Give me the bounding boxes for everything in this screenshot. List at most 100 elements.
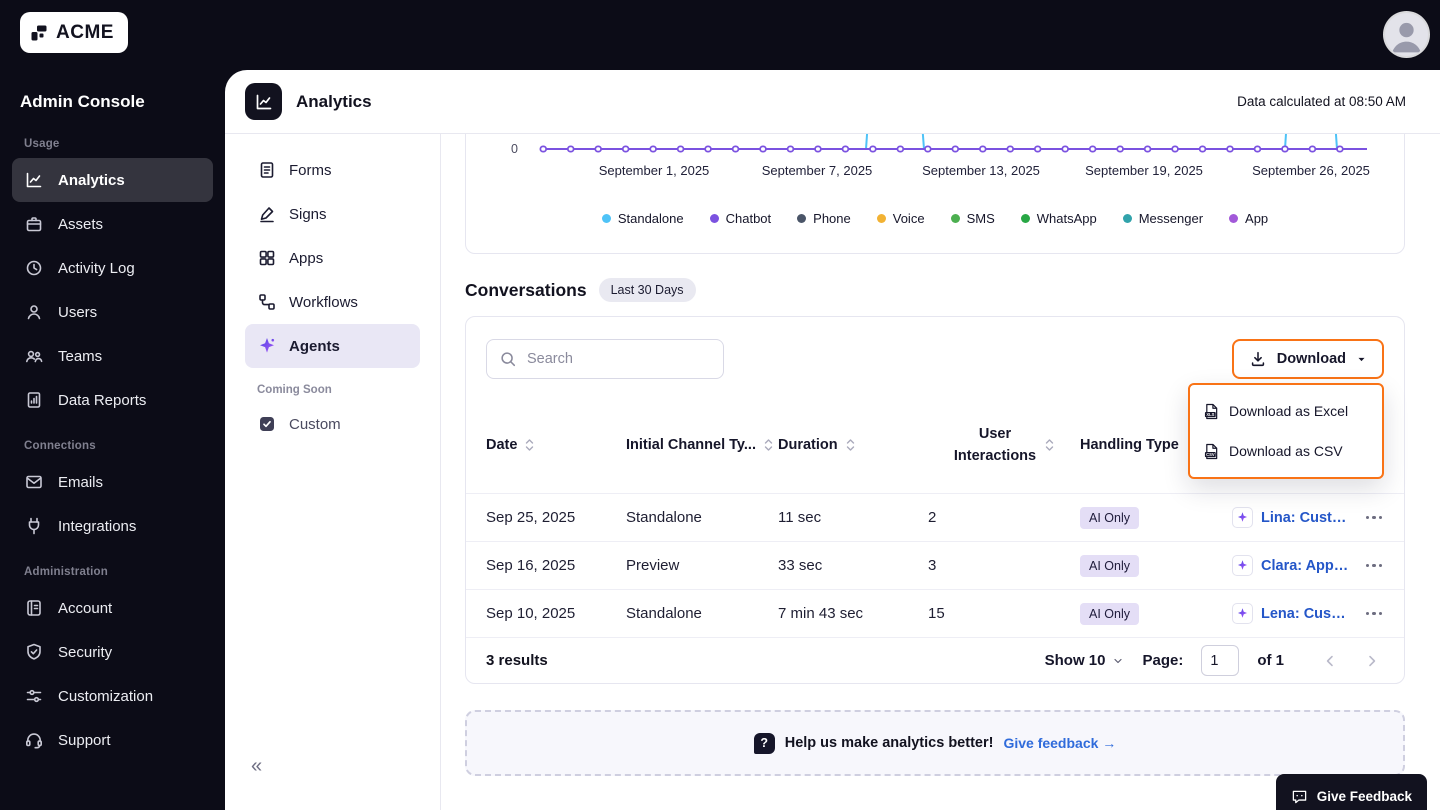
sidebar-item-security[interactable]: Security (12, 630, 213, 674)
give-feedback-link[interactable]: Give feedback → (1003, 735, 1116, 751)
x-tick-label: September 7, 2025 (762, 163, 873, 178)
logo-text: ACME (56, 22, 114, 44)
agents-sparkle-icon (257, 336, 277, 356)
cell-duration: 11 sec (778, 509, 928, 526)
sidebar-item-activity-log[interactable]: Activity Log (12, 246, 213, 290)
user-avatar[interactable] (1385, 13, 1428, 56)
menu-item-download-csv[interactable]: CSV Download as CSV (1190, 431, 1382, 471)
row-actions-ellipsis-icon[interactable] (1350, 510, 1384, 526)
download-button[interactable]: Download (1232, 339, 1384, 379)
subnav-item-agents[interactable]: Agents (245, 324, 420, 368)
customization-icon (24, 686, 44, 706)
sort-icon[interactable] (1044, 438, 1055, 452)
sidebar-item-label: Account (58, 600, 112, 617)
chevron-right-icon[interactable] (1360, 649, 1384, 673)
agent-link[interactable]: Lena: Custo... (1261, 606, 1350, 622)
legend-label: WhatsApp (1037, 211, 1097, 226)
table-footer: 3 results Show 10 Page: of 1 (466, 637, 1404, 683)
apps-icon (257, 248, 277, 268)
x-tick-label: September 26, 2025 (1252, 163, 1370, 178)
sidebar-item-users[interactable]: Users (12, 290, 213, 334)
column-header-interactions[interactable]: User Interactions (928, 423, 1080, 468)
acme-logo-icon (30, 24, 48, 42)
collapse-sidebar-icon[interactable]: « (251, 756, 262, 776)
legend-item-standalone[interactable]: Standalone (602, 211, 684, 226)
legend-item-messenger[interactable]: Messenger (1123, 211, 1203, 226)
legend-item-voice[interactable]: Voice (877, 211, 925, 226)
cell-handling: AI Only (1080, 555, 1232, 577)
legend-dot (710, 214, 719, 223)
subnav-item-forms[interactable]: Forms (245, 148, 420, 192)
sort-icon[interactable] (845, 438, 856, 452)
main-panel: Analytics Data calculated at 08:50 AM Fo… (225, 70, 1440, 810)
activity-log-icon (24, 258, 44, 278)
table-row: Sep 16, 2025 Preview 33 sec 3 AI Only Cl… (466, 541, 1404, 589)
sidebar-item-support[interactable]: Support (12, 718, 213, 762)
search-box (486, 339, 724, 379)
sidebar-item-label: Teams (58, 348, 102, 365)
search-input[interactable] (527, 351, 714, 367)
sidebar-item-data-reports[interactable]: Data Reports (12, 378, 213, 422)
cell-interactions: 3 (928, 557, 1080, 574)
chevron-left-icon[interactable] (1318, 649, 1342, 673)
menu-item-download-excel[interactable]: XLS Download as Excel (1190, 391, 1382, 431)
sidebar-item-teams[interactable]: Teams (12, 334, 213, 378)
sidebar-item-account[interactable]: Account (12, 586, 213, 630)
subnav-item-signs[interactable]: Signs (245, 192, 420, 236)
legend-item-whatsapp[interactable]: WhatsApp (1021, 211, 1097, 226)
subnav-item-label: Workflows (289, 294, 358, 311)
conversations-by-channel-chart: 0 September 1, 2025 September 7, 2025 Se… (466, 135, 1404, 185)
column-header-date[interactable]: Date (486, 437, 626, 453)
subnav-item-label: Agents (289, 338, 340, 355)
sidebar-item-analytics[interactable]: Analytics (12, 158, 213, 202)
sidebar-item-label: Users (58, 304, 97, 321)
column-header-channel[interactable]: Initial Channel Ty... (626, 437, 778, 453)
x-tick-label: September 19, 2025 (1085, 163, 1203, 178)
download-dropdown-menu: XLS Download as Excel CSV Download as CS… (1188, 383, 1384, 479)
give-feedback-button[interactable]: Give Feedback (1276, 774, 1427, 810)
page-number-input[interactable] (1201, 645, 1239, 676)
legend-item-chatbot[interactable]: Chatbot (710, 211, 772, 226)
page-size-select[interactable]: Show 10 (1045, 652, 1125, 669)
conversations-heading-row: Conversations Last 30 Days (465, 278, 1405, 302)
sidebar-item-label: Assets (58, 216, 103, 233)
search-icon (499, 350, 517, 368)
cell-channel: Standalone (626, 605, 778, 622)
subnav-item-apps[interactable]: Apps (245, 236, 420, 280)
analytics-subnav: Forms Signs Apps Workflows Agents Coming… (225, 134, 441, 810)
cell-duration: 33 sec (778, 557, 928, 574)
forms-icon (257, 160, 277, 180)
svg-text:XLS: XLS (1206, 412, 1214, 417)
acme-logo[interactable]: ACME (20, 12, 128, 53)
legend-dot (877, 214, 886, 223)
legend-item-app[interactable]: App (1229, 211, 1268, 226)
sidebar-item-label: Data Reports (58, 392, 146, 409)
agent-sparkle-icon (1232, 507, 1253, 528)
assets-icon (24, 214, 44, 234)
legend-item-sms[interactable]: SMS (951, 211, 995, 226)
cell-channel: Standalone (626, 509, 778, 526)
sidebar-item-integrations[interactable]: Integrations (12, 504, 213, 548)
sort-icon[interactable] (524, 438, 535, 452)
handling-type-badge: AI Only (1080, 507, 1139, 529)
page-label: Page: (1142, 652, 1183, 669)
sidebar-item-customization[interactable]: Customization (12, 674, 213, 718)
subnav-item-label: Custom (289, 416, 341, 433)
sidebar-item-assets[interactable]: Assets (12, 202, 213, 246)
row-actions-ellipsis-icon[interactable] (1350, 558, 1384, 574)
help-icon: ? (754, 733, 775, 754)
chevron-down-icon (1112, 655, 1124, 667)
legend-item-phone[interactable]: Phone (797, 211, 851, 226)
legend-label: Voice (893, 211, 925, 226)
data-reports-icon (24, 390, 44, 410)
row-actions-ellipsis-icon[interactable] (1350, 606, 1384, 622)
sidebar-item-emails[interactable]: Emails (12, 460, 213, 504)
subnav-item-workflows[interactable]: Workflows (245, 280, 420, 324)
agent-link[interactable]: Clara: Appoi... (1261, 558, 1350, 574)
agent-link[interactable]: Lina: Custo... (1261, 510, 1350, 526)
workflows-icon (257, 292, 277, 312)
column-header-duration[interactable]: Duration (778, 437, 928, 453)
sidebar-section-connections: Connections (24, 440, 201, 452)
teams-icon (24, 346, 44, 366)
sort-icon[interactable] (763, 438, 774, 452)
